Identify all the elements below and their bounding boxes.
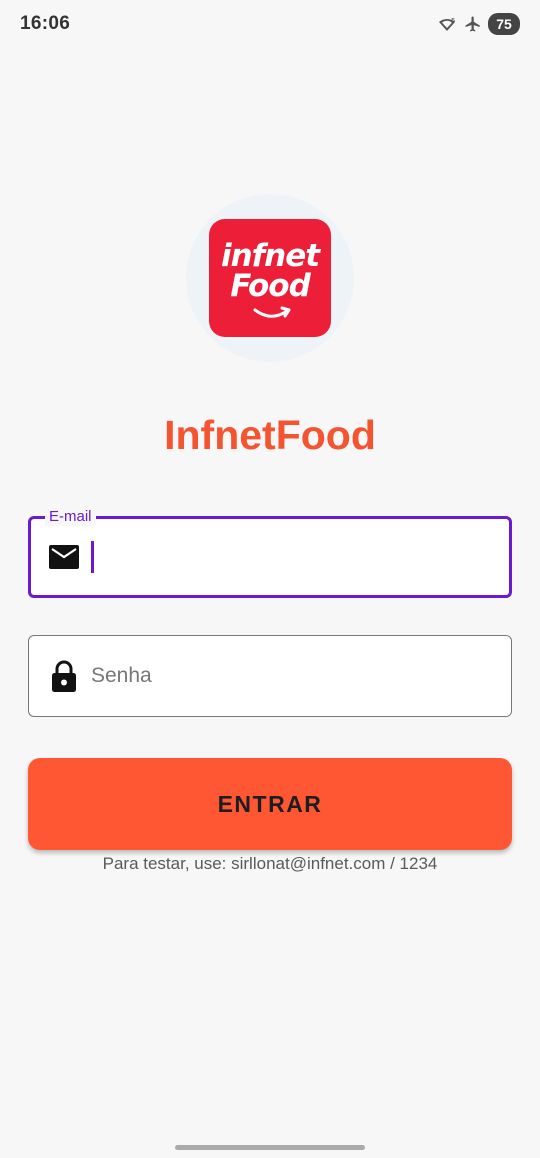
wifi-icon: 5 <box>436 15 458 33</box>
logo-text-line1: infnet <box>220 238 320 274</box>
text-cursor <box>91 541 94 573</box>
test-credentials-hint: Para testar, use: sirllonat@infnet.com /… <box>102 854 438 873</box>
email-input[interactable] <box>104 537 484 577</box>
password-field[interactable] <box>28 635 512 717</box>
logo-circle: infnet Food <box>186 194 354 362</box>
smile-arrow-icon <box>253 306 291 318</box>
gesture-nav-handle[interactable] <box>175 1145 365 1150</box>
email-label: E-mail <box>45 508 96 526</box>
logo-text-line2: Food <box>230 268 311 304</box>
app-title: InfnetFood <box>164 412 376 458</box>
status-bar: 16:06 5 75 <box>0 0 540 48</box>
app-logo: infnet Food <box>209 219 331 337</box>
status-time: 16:06 <box>20 13 71 34</box>
login-button[interactable]: ENTRAR <box>28 758 512 850</box>
email-field[interactable]: E-mail <box>28 508 512 598</box>
status-icons: 5 75 <box>436 13 520 35</box>
battery-icon: 75 <box>488 13 520 35</box>
password-input[interactable] <box>91 656 471 696</box>
airplane-icon <box>464 15 482 33</box>
lock-icon <box>47 659 81 693</box>
svg-text:5: 5 <box>451 17 455 25</box>
mail-icon <box>47 540 81 574</box>
